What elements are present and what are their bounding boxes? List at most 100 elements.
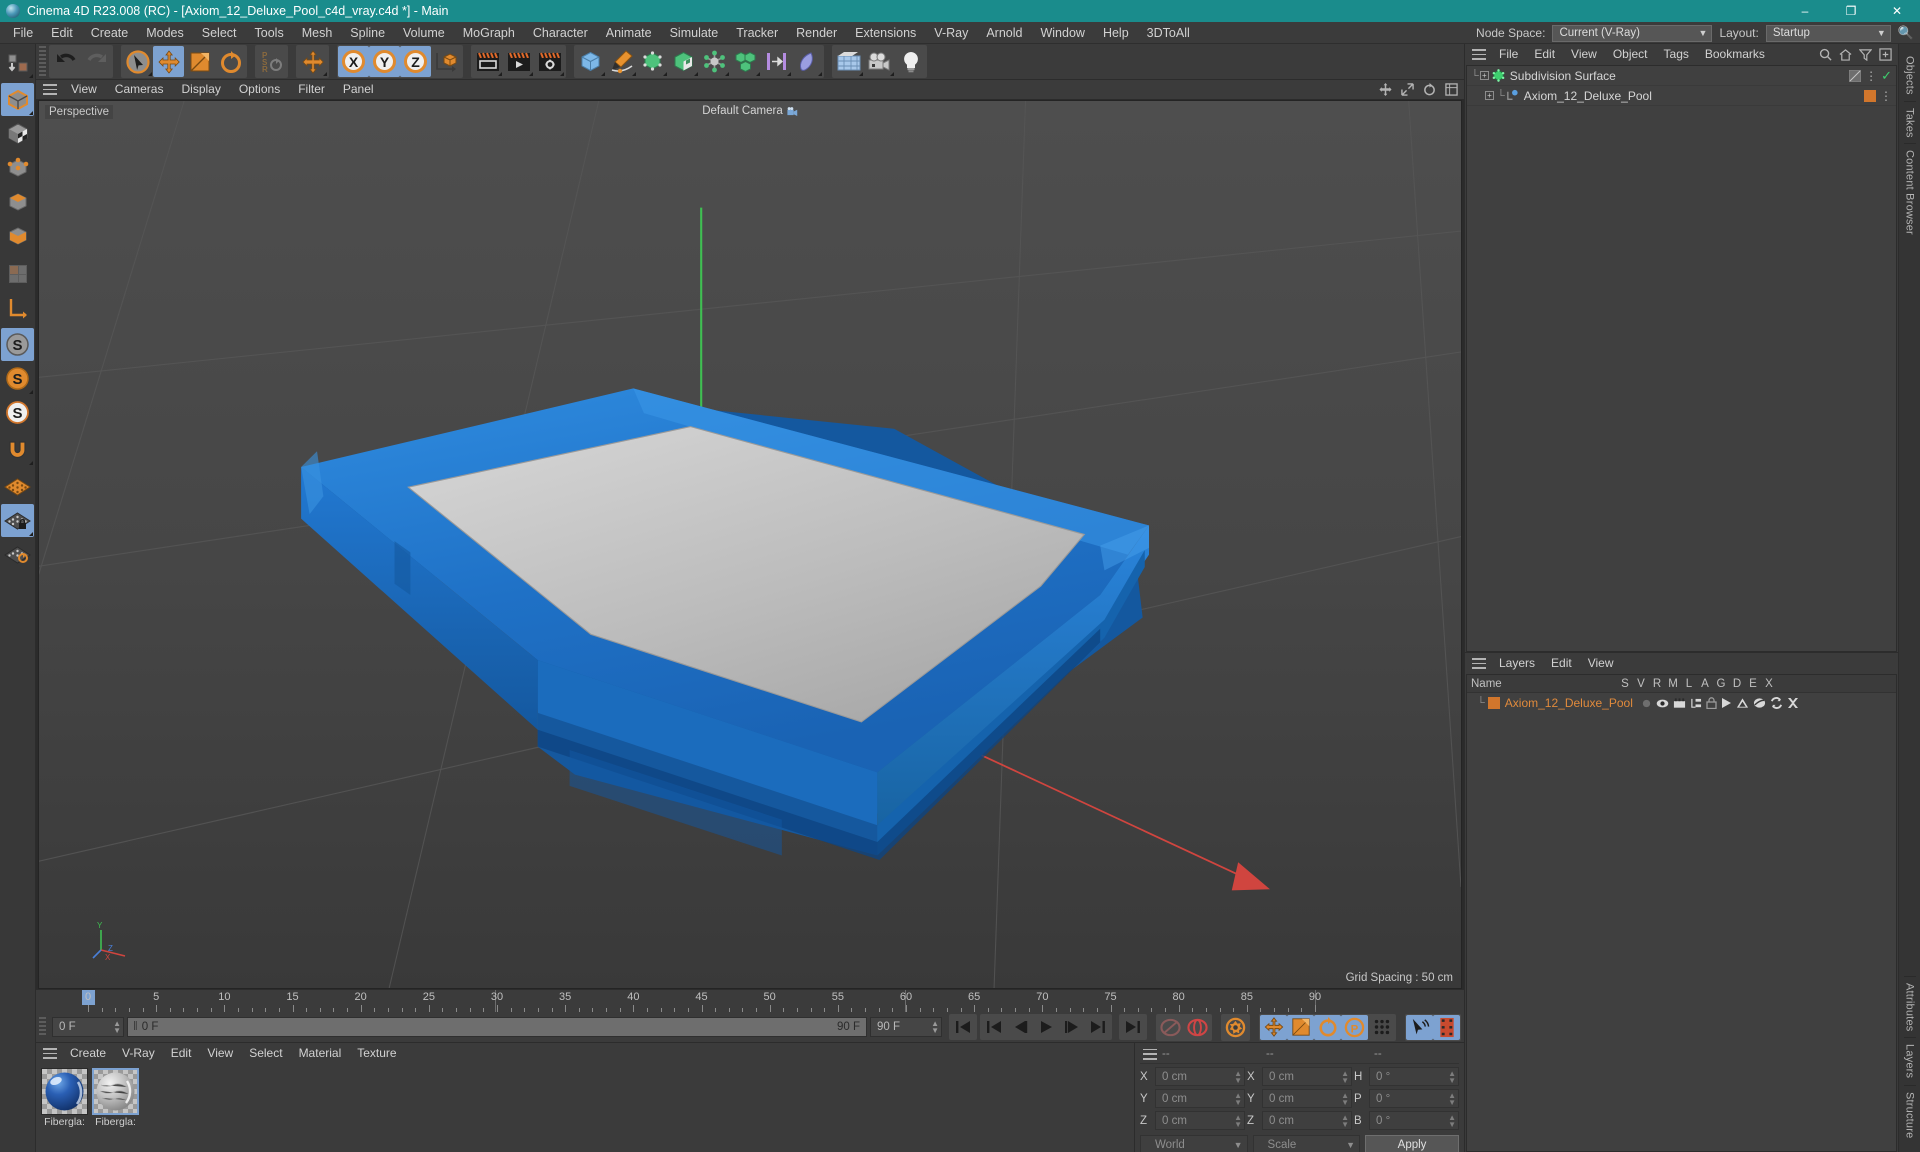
xref-icon[interactable] — [1787, 697, 1799, 709]
render-to-picture-viewer-button[interactable] — [503, 46, 534, 77]
add-layer-icon[interactable] — [1879, 48, 1892, 61]
material-menu-texture[interactable]: Texture — [349, 1043, 404, 1064]
points-mode-tool[interactable] — [1, 151, 34, 184]
record-active-objects-button[interactable] — [1157, 1015, 1184, 1040]
spinner-icon[interactable]: ▲ ▼ — [1341, 1069, 1349, 1084]
search-icon[interactable] — [1819, 48, 1832, 61]
go-to-start-button[interactable] — [950, 1015, 976, 1039]
pos-z-field[interactable]: 0 cm ▲ ▼ — [1155, 1111, 1245, 1130]
move-viewport-icon[interactable] — [1379, 83, 1392, 96]
filter-icon[interactable] — [1859, 48, 1872, 61]
add-light-button[interactable] — [895, 46, 926, 77]
menu-item-help[interactable]: Help — [1094, 22, 1138, 44]
param-key-button[interactable]: P — [1341, 1014, 1368, 1040]
spinner-icon[interactable]: ▲ ▼ — [1448, 1069, 1456, 1084]
menu-item-create[interactable]: Create — [82, 22, 138, 44]
menu-item-window[interactable]: Window — [1031, 22, 1093, 44]
minimize-button[interactable]: – — [1782, 0, 1828, 22]
menu-item-select[interactable]: Select — [193, 22, 246, 44]
rot-b-field[interactable]: 0 ° ▲ ▼ — [1369, 1111, 1459, 1130]
layer-color-swatch[interactable] — [1487, 697, 1500, 709]
solo-dot-icon[interactable] — [1641, 698, 1652, 709]
scale-viewport-icon[interactable] — [1401, 83, 1414, 96]
current-frame-field[interactable]: 0 F ▲ ▼ — [52, 1017, 124, 1037]
object-menu-object[interactable]: Object — [1605, 44, 1656, 65]
preview-end-field[interactable]: 90 F ▲ ▼ — [870, 1017, 942, 1037]
layer-manager-menu-icon[interactable] — [1472, 658, 1486, 669]
menu-item-edit[interactable]: Edit — [42, 22, 82, 44]
size-y-field[interactable]: 0 cm ▲ ▼ — [1262, 1089, 1352, 1108]
material-tag[interactable] — [1864, 89, 1876, 102]
expand-icon[interactable]: + — [1479, 71, 1489, 80]
maximize-button[interactable]: ❐ — [1828, 0, 1874, 22]
object-row-subdivision-surface[interactable]: └ + Subdivision Surface ⋮ ✓ — [1467, 66, 1896, 86]
lock-icon[interactable] — [1706, 697, 1717, 709]
move-axis-button[interactable] — [297, 46, 328, 77]
timeline-view-button[interactable] — [1433, 1014, 1460, 1040]
viewport-menu-view[interactable]: View — [62, 80, 106, 99]
layer-menu-layers[interactable]: Layers — [1491, 653, 1543, 674]
play-button[interactable] — [1033, 1015, 1059, 1039]
render-icon[interactable] — [1673, 697, 1686, 709]
spinner-icon[interactable]: ▲ ▼ — [1341, 1113, 1349, 1128]
animation-icon[interactable] — [1721, 697, 1732, 709]
undo-button[interactable] — [50, 46, 81, 77]
menu-item-file[interactable]: File — [4, 22, 42, 44]
timeline-ruler[interactable]: 0 5 10 15 20 25 30 35 40 45 50 55 60 65 70 75 80 85 90 — [36, 990, 1464, 1012]
add-effector-button[interactable] — [761, 46, 792, 77]
magnet-tool[interactable] — [1, 433, 34, 466]
axis-mode-tool[interactable] — [1, 291, 34, 324]
menu-item-tools[interactable]: Tools — [246, 22, 293, 44]
apply-button[interactable]: Apply — [1365, 1135, 1460, 1152]
menu-item-arnold[interactable]: Arnold — [977, 22, 1031, 44]
animation-mode-button[interactable] — [1406, 1014, 1433, 1040]
material-menu-create[interactable]: Create — [62, 1043, 114, 1064]
rotate-tool-button[interactable] — [215, 46, 246, 77]
add-generator-button[interactable] — [637, 46, 668, 77]
workplane-tool[interactable] — [1, 470, 34, 503]
material-menu-material[interactable]: Material — [291, 1043, 350, 1064]
y-axis-button[interactable]: Y — [369, 46, 400, 77]
window-controls[interactable]: – ❐ ✕ — [1782, 0, 1920, 22]
pos-x-field[interactable]: 0 cm ▲ ▼ — [1155, 1067, 1245, 1086]
x-axis-button[interactable]: X — [338, 46, 369, 77]
add-floor-button[interactable] — [833, 46, 864, 77]
scale-tool-button[interactable] — [184, 46, 215, 77]
dots-icon[interactable]: ⋮ — [1865, 70, 1877, 82]
node-space-dropdown[interactable]: Current (V-Ray) ▼ — [1552, 24, 1713, 42]
render-view-button[interactable] — [472, 46, 503, 77]
menu-item-mesh[interactable]: Mesh — [293, 22, 342, 44]
material-thumbnail[interactable] — [92, 1068, 139, 1115]
model-mode-tool[interactable] — [1, 83, 34, 116]
timeline-range-strip[interactable]: ‖ 0 F 90 F — [127, 1017, 867, 1037]
viewport-menu-options[interactable]: Options — [230, 80, 289, 99]
object-menu-view[interactable]: View — [1563, 44, 1605, 65]
expression-icon[interactable] — [1770, 697, 1783, 709]
menu-item-3dtoall[interactable]: 3DToAll — [1138, 22, 1199, 44]
edges-mode-tool[interactable] — [1, 185, 34, 218]
redo-button[interactable] — [81, 46, 112, 77]
enable-check-icon[interactable]: ✓ — [1881, 68, 1892, 84]
tab-takes[interactable]: Takes — [1903, 100, 1916, 144]
tab-layers[interactable]: Layers — [1903, 1037, 1916, 1084]
spinner-icon[interactable]: ▲ ▼ — [1234, 1113, 1242, 1128]
pos-y-field[interactable]: 0 cm ▲ ▼ — [1155, 1089, 1245, 1108]
menu-item-modes[interactable]: Modes — [137, 22, 193, 44]
timeline-drag-handle[interactable] — [39, 1017, 46, 1037]
menu-item-vray[interactable]: V-Ray — [925, 22, 977, 44]
go-to-next-key-button[interactable] — [1085, 1015, 1111, 1039]
rotate-viewport-icon[interactable] — [1423, 83, 1436, 96]
layer-menu-view[interactable]: View — [1580, 653, 1622, 674]
viewport-menu-icon[interactable] — [43, 84, 57, 95]
object-tree[interactable]: └ + Subdivision Surface ⋮ ✓ + └ Axiom_12… — [1466, 65, 1897, 652]
psr-toggle-button[interactable]: P S R — [256, 46, 287, 77]
add-deformer-button[interactable] — [668, 46, 699, 77]
layer-menu-edit[interactable]: Edit — [1543, 653, 1580, 674]
viewport-menu-display[interactable]: Display — [172, 80, 229, 99]
add-field-button[interactable] — [792, 46, 823, 77]
menu-item-tracker[interactable]: Tracker — [727, 22, 787, 44]
deformer-icon[interactable] — [1753, 697, 1766, 709]
rotation-key-button[interactable] — [1314, 1014, 1341, 1040]
add-mograph-button[interactable] — [730, 46, 761, 77]
z-axis-button[interactable]: Z — [400, 46, 431, 77]
